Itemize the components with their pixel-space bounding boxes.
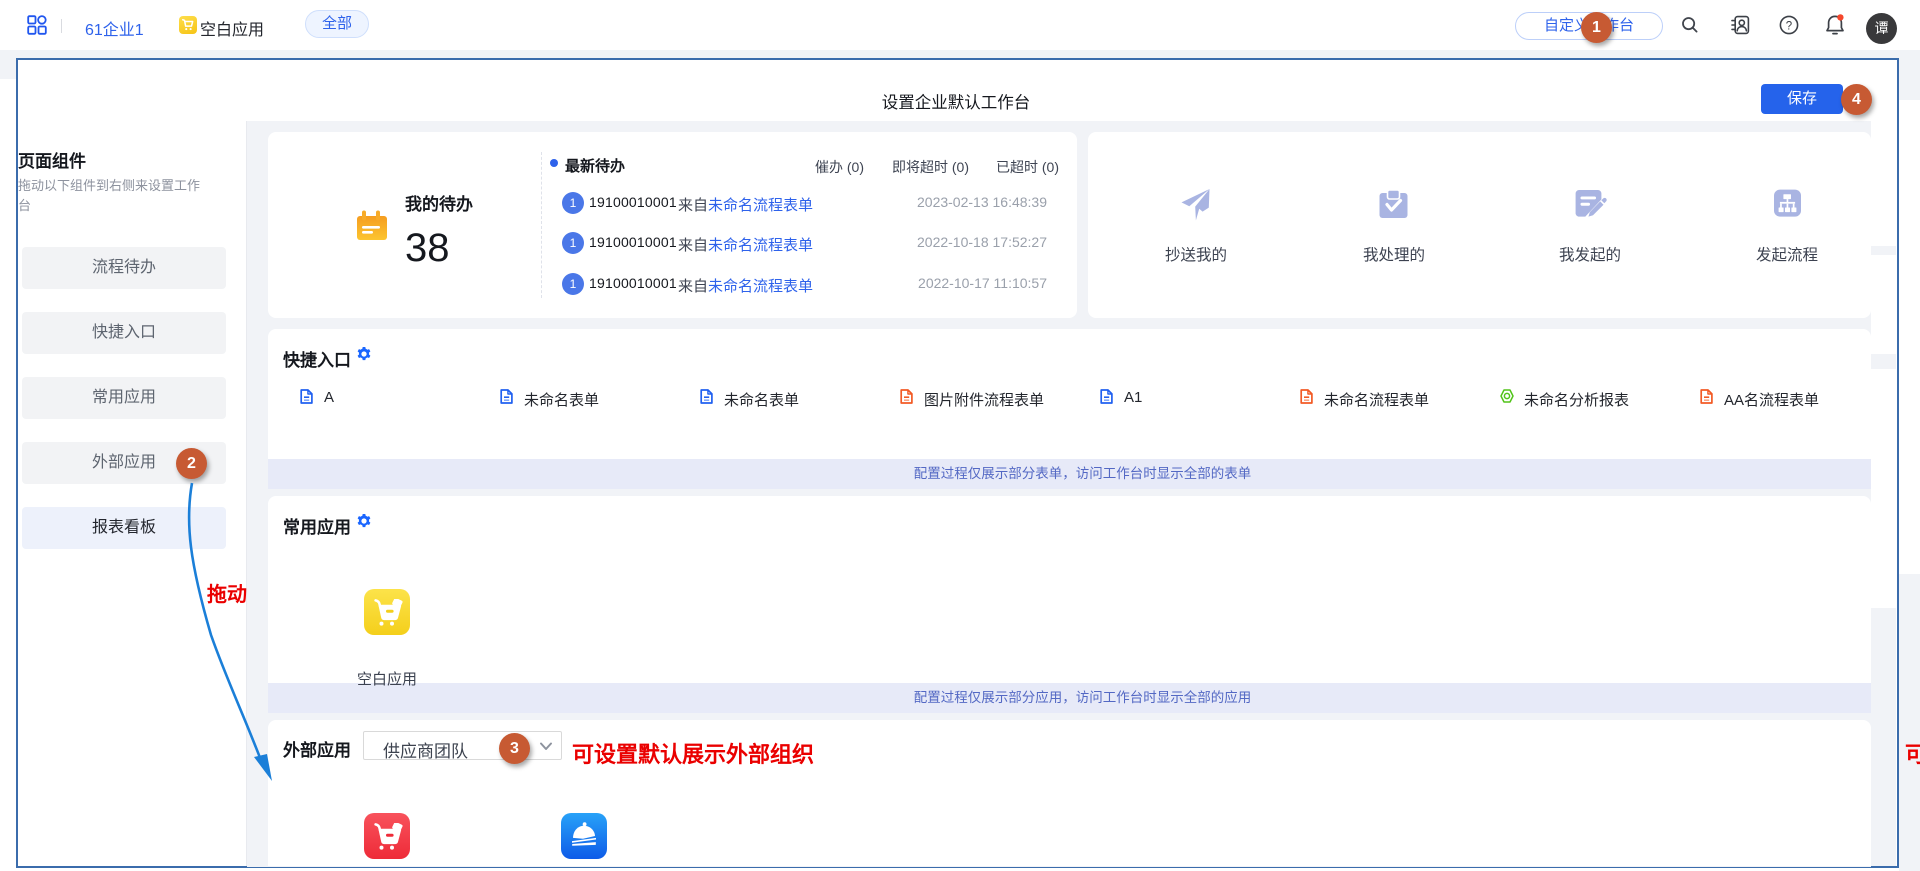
- svg-text:?: ?: [1786, 20, 1792, 32]
